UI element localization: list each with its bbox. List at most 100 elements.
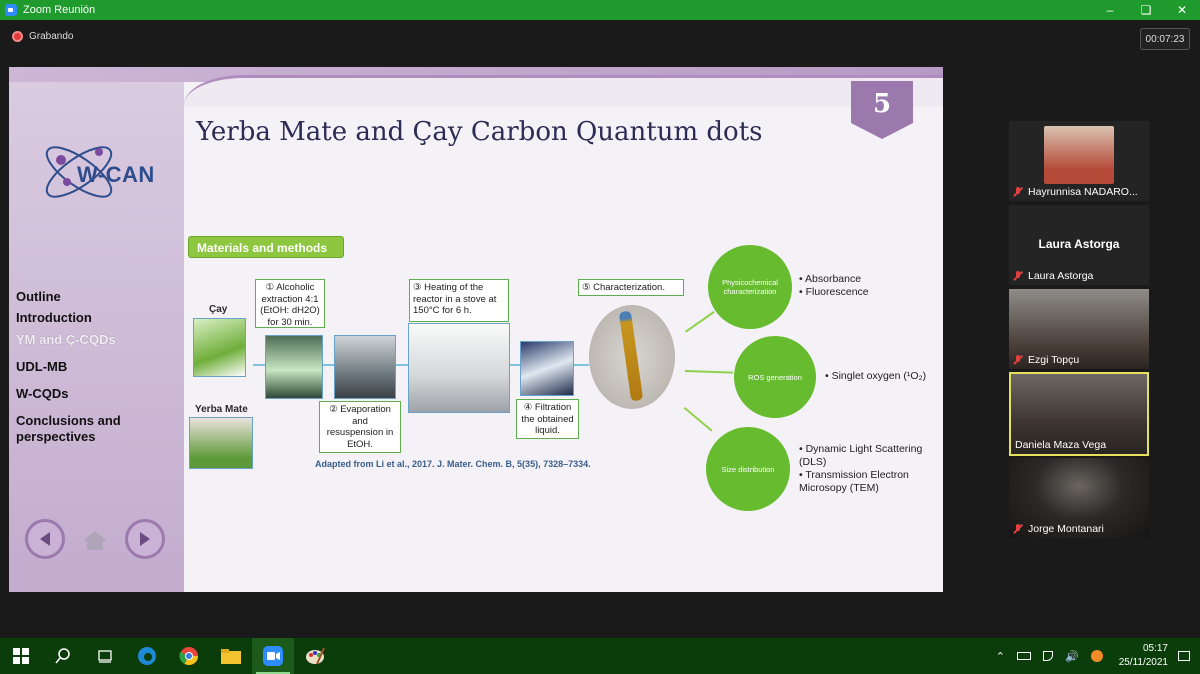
- outline-item: Outline: [16, 289, 61, 304]
- tea-leaves-image: [193, 318, 246, 377]
- arrow-left-icon: [40, 532, 50, 546]
- yerba-mate-label: Yerba Mate: [195, 404, 248, 415]
- outline-item: Conclusions and perspectives: [16, 413, 121, 444]
- recording-indicator[interactable]: Grabando: [12, 31, 73, 42]
- bullet-item: Fluorescence: [799, 286, 869, 299]
- logo-text: W-CAN: [77, 162, 155, 187]
- task-view-icon[interactable]: [84, 638, 126, 674]
- cay-label: Çay: [209, 304, 228, 315]
- meeting-timer: 00:07:23: [1140, 28, 1190, 50]
- outline-item: UDL-MB: [16, 359, 68, 374]
- battery-icon[interactable]: [1016, 652, 1031, 660]
- arrow-right-icon: [140, 532, 150, 546]
- slide-header-curve: [184, 75, 943, 107]
- outline-item: Introduction: [16, 310, 92, 325]
- window-title: Zoom Reunión: [23, 4, 96, 16]
- mic-muted-icon: [1013, 524, 1023, 534]
- yerba-mate-image: [189, 417, 253, 469]
- slide-title: Yerba Mate and Çay Carbon Quantum dots: [196, 117, 763, 147]
- step5-box: ⑤ Characterization.: [578, 279, 684, 296]
- mic-muted-icon: [1013, 355, 1023, 365]
- participant-name: Ezgi Topçu: [1013, 354, 1079, 366]
- ros-bullets: Singlet oxygen (¹O₂): [825, 370, 927, 383]
- paint-icon[interactable]: [294, 638, 336, 674]
- slide-number: 5: [872, 89, 892, 119]
- physicochemical-circle: Physicochemical characterization: [708, 245, 792, 329]
- file-explorer-icon[interactable]: [210, 638, 252, 674]
- step2-box: ② Evaporation and resuspension in EtOH.: [319, 401, 401, 453]
- volume-icon[interactable]: 🔊: [1065, 650, 1079, 663]
- clock-date: 25/11/2021: [1118, 657, 1168, 668]
- window-controls: – ❏ ✕: [1092, 0, 1200, 20]
- system-tray: ⌃ 🔊 05:17 25/11/2021: [990, 638, 1200, 674]
- participant-tile-active-speaker[interactable]: Daniela Maza Vega: [1009, 372, 1149, 456]
- cqd-vial-photo: [589, 305, 675, 409]
- notifications-icon[interactable]: [1178, 651, 1190, 661]
- minimize-icon[interactable]: –: [1092, 0, 1128, 20]
- window-titlebar: Zoom Reunión – ❏ ✕: [0, 0, 1200, 20]
- recording-dot-icon: [12, 31, 23, 42]
- taskbar-clock[interactable]: 05:17 25/11/2021: [1119, 642, 1168, 670]
- filtration-photo: [520, 341, 574, 396]
- slide-number-badge: 5: [851, 81, 913, 141]
- participant-name: Daniela Maza Vega: [1015, 439, 1107, 451]
- outline-item-current: YM and Ç-CQDs: [16, 332, 116, 347]
- evaporation-photo: [334, 335, 396, 399]
- search-icon[interactable]: [42, 638, 84, 674]
- ros-circle: ROS generation: [734, 336, 816, 418]
- process-arrow: [510, 364, 520, 366]
- notification-app-icon[interactable]: [1090, 650, 1103, 662]
- wcan-logo: W-CAN: [39, 122, 169, 212]
- shared-screen-slide: W-CAN 5 Yerba Mate and Çay Carbon Quantu…: [9, 67, 943, 592]
- connector-line: [684, 407, 713, 432]
- bullet-item: Dynamic Light Scattering (DLS): [799, 443, 939, 469]
- windows-taskbar: ⌃ 🔊 05:17 25/11/2021: [0, 638, 1200, 674]
- participant-display-name: Laura Astorga: [1038, 237, 1120, 251]
- participant-tile[interactable]: Jorge Montanari: [1009, 458, 1149, 538]
- citation: Adapted from Li et al., 2017. J. Mater. …: [315, 459, 591, 469]
- connector-line: [685, 310, 715, 333]
- physico-bullets: Absorbance Fluorescence: [799, 273, 869, 299]
- mic-muted-icon: [1013, 271, 1023, 281]
- bullet-item: Singlet oxygen (¹O₂): [825, 370, 927, 383]
- zoom-taskbar-icon[interactable]: [252, 638, 294, 674]
- process-arrow: [574, 364, 589, 366]
- chrome-icon[interactable]: [168, 638, 210, 674]
- close-icon[interactable]: ✕: [1164, 0, 1200, 20]
- participant-name: Jorge Montanari: [1013, 523, 1104, 535]
- materials-methods-label: Materials and methods: [188, 236, 344, 258]
- size-distribution-circle: Size distribution: [706, 427, 790, 511]
- reactor-photo: [408, 323, 510, 413]
- participant-name: Laura Astorga: [1013, 270, 1093, 282]
- process-arrow: [323, 364, 334, 366]
- process-arrow: [396, 364, 408, 366]
- size-bullets: Dynamic Light Scattering (DLS) Transmiss…: [799, 443, 939, 495]
- avatar: [1044, 126, 1114, 184]
- vial-icon: [618, 310, 644, 402]
- previous-slide-button[interactable]: [25, 519, 65, 559]
- bullet-item: Absorbance: [799, 273, 869, 286]
- home-icon[interactable]: [82, 529, 108, 551]
- bullet-item: Transmission Electron Microsopy (TEM): [799, 469, 939, 495]
- outline-item: W-CQDs: [16, 386, 69, 401]
- restore-icon[interactable]: ❏: [1128, 0, 1164, 20]
- chevron-up-icon[interactable]: ⌃: [996, 650, 1005, 663]
- step1-box: ① Alcoholic extraction 4:1 (EtOH: dH2O) …: [255, 279, 325, 328]
- clock-time: 05:17: [1142, 643, 1168, 654]
- step4-box: ④ Filtration the obtained liquid.: [516, 399, 579, 439]
- extraction-photo: [265, 335, 323, 399]
- participant-tile[interactable]: Laura Astorga Laura Astorga: [1009, 205, 1149, 285]
- zoom-logo-icon: [5, 4, 17, 16]
- edge-icon[interactable]: [126, 638, 168, 674]
- windows-start-icon[interactable]: [0, 638, 42, 674]
- next-slide-button[interactable]: [125, 519, 165, 559]
- connector-line: [684, 370, 733, 374]
- process-arrow: [253, 364, 265, 366]
- mic-muted-icon: [1013, 187, 1023, 197]
- participant-name: Hayrunnisa NADARO...: [1013, 186, 1138, 198]
- recording-label: Grabando: [29, 31, 74, 42]
- outline-list: Outline Introduction YM and Ç-CQDs UDL-M…: [16, 283, 186, 445]
- participant-tile[interactable]: Ezgi Topçu: [1009, 289, 1149, 369]
- participant-tile[interactable]: Hayrunnisa NADARO...: [1009, 121, 1149, 201]
- network-icon[interactable]: [1042, 651, 1053, 661]
